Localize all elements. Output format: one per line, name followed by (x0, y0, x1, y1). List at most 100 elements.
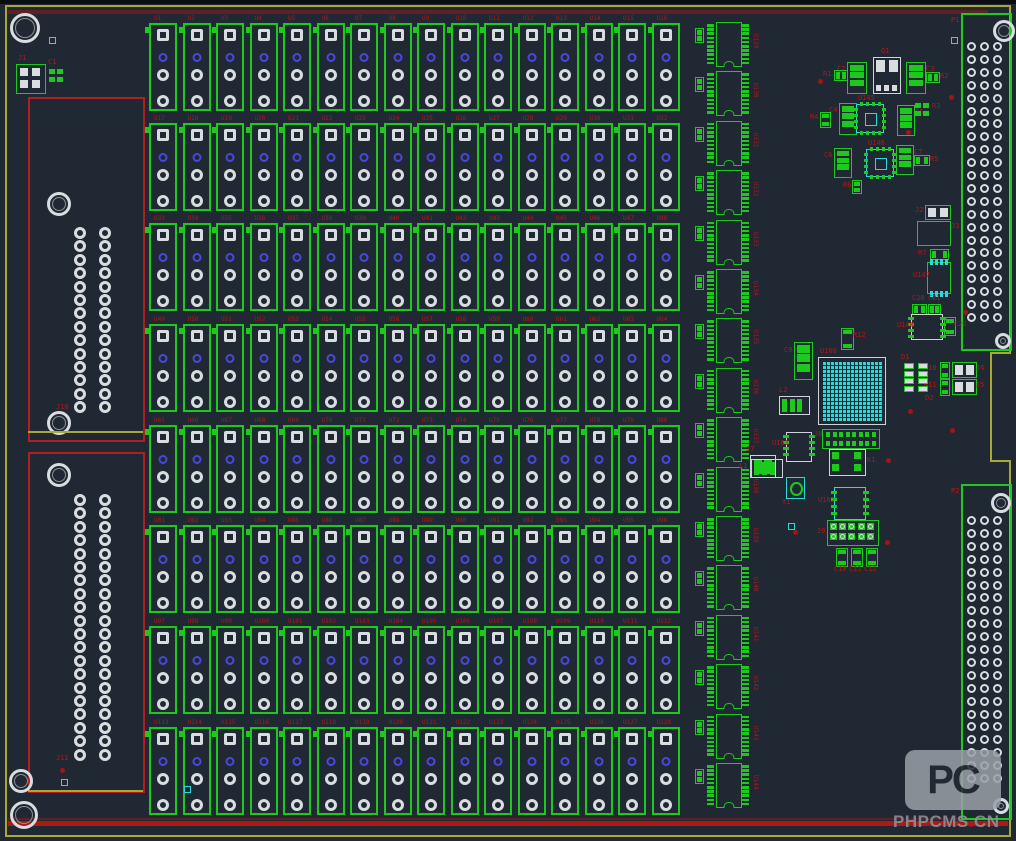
relay-footprint[interactable]: U122 (451, 727, 479, 815)
bypass-cap-footprint[interactable] (695, 522, 704, 537)
relay-footprint[interactable]: U28 (518, 123, 546, 211)
relay-footprint[interactable]: U95 (618, 525, 646, 613)
relay-footprint[interactable]: U112 (652, 626, 680, 714)
relay-footprint[interactable]: U116 (250, 727, 278, 815)
relay-footprint[interactable]: U43 (484, 223, 512, 311)
relay-footprint[interactable]: U58 (451, 324, 479, 412)
relay-footprint[interactable]: U82 (183, 525, 211, 613)
hdr2x5h-footprint[interactable] (827, 520, 879, 546)
relay-footprint[interactable]: U1 (149, 23, 177, 111)
bypass-cap-footprint[interactable] (695, 423, 704, 438)
soic-ic-footprint[interactable]: U131 (706, 121, 752, 164)
relay-footprint[interactable]: U78 (585, 425, 613, 513)
relay-footprint[interactable]: U83 (216, 525, 244, 613)
relay-footprint[interactable]: U105 (417, 626, 445, 714)
soic-ic-footprint[interactable]: U138 (706, 467, 752, 510)
relay-footprint[interactable]: U31 (618, 123, 646, 211)
relay-footprint[interactable]: U75 (484, 425, 512, 513)
bypass-cap-footprint[interactable] (695, 77, 704, 92)
reg-footprint[interactable] (873, 57, 901, 94)
bypass-cap-footprint[interactable] (695, 127, 704, 142)
padpairw-footprint[interactable] (952, 379, 977, 395)
relay-footprint[interactable]: U124 (518, 727, 546, 815)
tri3-footprint[interactable] (751, 459, 783, 478)
cap3v-footprint[interactable] (834, 148, 852, 178)
relay-footprint[interactable]: U92 (518, 525, 546, 613)
relay-footprint[interactable]: U93 (551, 525, 579, 613)
relay-footprint[interactable]: U2 (183, 23, 211, 111)
bypass-cap-footprint[interactable] (695, 226, 704, 241)
relay-footprint[interactable]: U119 (350, 727, 378, 815)
relay-footprint[interactable]: U22 (317, 123, 345, 211)
soic-ic-footprint[interactable]: U140 (706, 565, 752, 608)
relay-footprint[interactable]: U23 (350, 123, 378, 211)
relay-footprint[interactable]: U9 (417, 23, 445, 111)
r2h-footprint[interactable] (926, 72, 940, 83)
edge-connector-left[interactable] (28, 97, 145, 442)
relay-footprint[interactable]: U64 (652, 324, 680, 412)
edge-connector-right[interactable] (961, 13, 1012, 351)
relay-footprint[interactable]: U98 (183, 626, 211, 714)
relay-footprint[interactable]: U39 (350, 223, 378, 311)
relay-footprint[interactable]: U32 (652, 123, 680, 211)
relay-footprint[interactable]: U24 (384, 123, 412, 211)
relay-footprint[interactable]: U73 (417, 425, 445, 513)
relay-footprint[interactable]: U68 (250, 425, 278, 513)
relay-footprint[interactable]: U38 (317, 223, 345, 311)
relay-footprint[interactable]: U90 (451, 525, 479, 613)
soic-ic-footprint[interactable]: U134 (706, 269, 752, 312)
relay-footprint[interactable]: U49 (149, 324, 177, 412)
soic-ic-footprint[interactable]: U141 (706, 615, 752, 658)
relay-footprint[interactable]: U56 (384, 324, 412, 412)
relay-footprint[interactable]: U7 (350, 23, 378, 111)
relay-footprint[interactable]: U70 (317, 425, 345, 513)
relay-footprint[interactable]: U106 (451, 626, 479, 714)
relay-footprint[interactable]: U61 (551, 324, 579, 412)
relay-footprint[interactable]: U100 (250, 626, 278, 714)
relay-footprint[interactable]: U79 (618, 425, 646, 513)
soic-ic-footprint[interactable]: U143 (706, 714, 752, 757)
relay-footprint[interactable]: U89 (417, 525, 445, 613)
relay-footprint[interactable]: U76 (518, 425, 546, 513)
relay-footprint[interactable]: U29 (551, 123, 579, 211)
relay-footprint[interactable]: U67 (216, 425, 244, 513)
relay-footprint[interactable]: U87 (350, 525, 378, 613)
relay-footprint[interactable]: U10 (451, 23, 479, 111)
relay-footprint[interactable]: U34 (183, 223, 211, 311)
relay-footprint[interactable]: U54 (317, 324, 345, 412)
relay-footprint[interactable]: U86 (317, 525, 345, 613)
relay-footprint[interactable]: U107 (484, 626, 512, 714)
relay-footprint[interactable]: U94 (585, 525, 613, 613)
relay-footprint[interactable]: U72 (384, 425, 412, 513)
soic-ic-footprint[interactable]: U129 (706, 22, 752, 65)
relay-footprint[interactable]: U51 (216, 324, 244, 412)
relay-footprint[interactable]: U46 (585, 223, 613, 311)
bga-footprint[interactable] (818, 357, 886, 425)
bypass-cap-footprint[interactable] (695, 324, 704, 339)
relay-footprint[interactable]: U53 (283, 324, 311, 412)
cap3v-footprint[interactable] (896, 145, 914, 175)
soic-ic-footprint[interactable]: U137 (706, 417, 752, 460)
relay-footprint[interactable]: U40 (384, 223, 412, 311)
pcb-canvas[interactable]: U1U2U3U4U5U6U7U8U9U10U11U12U13U14U15U16U… (0, 0, 1016, 841)
relay-footprint[interactable]: U128 (652, 727, 680, 815)
bypass-cap-footprint[interactable] (695, 275, 704, 290)
cap3v-footprint[interactable] (847, 62, 867, 94)
relay-footprint[interactable]: U12 (518, 23, 546, 111)
dpad4v-footprint[interactable] (903, 363, 915, 393)
pads4g-footprint[interactable] (48, 68, 64, 90)
bypass-cap-footprint[interactable] (695, 176, 704, 191)
relay-footprint[interactable]: U62 (585, 324, 613, 412)
pads4w-footprint[interactable] (16, 64, 46, 94)
qfp-footprint[interactable] (856, 104, 884, 133)
relay-footprint[interactable]: U108 (518, 626, 546, 714)
soic-ic-footprint[interactable]: U142 (706, 664, 752, 707)
relay-footprint[interactable]: U127 (618, 727, 646, 815)
relay-footprint[interactable]: U8 (384, 23, 412, 111)
relay-footprint[interactable]: U115 (216, 727, 244, 815)
relay-footprint[interactable]: U77 (551, 425, 579, 513)
sq4-footprint[interactable] (829, 449, 866, 476)
relay-footprint[interactable]: U114 (183, 727, 211, 815)
r2v-footprint[interactable] (820, 112, 831, 128)
relay-footprint[interactable]: U104 (384, 626, 412, 714)
